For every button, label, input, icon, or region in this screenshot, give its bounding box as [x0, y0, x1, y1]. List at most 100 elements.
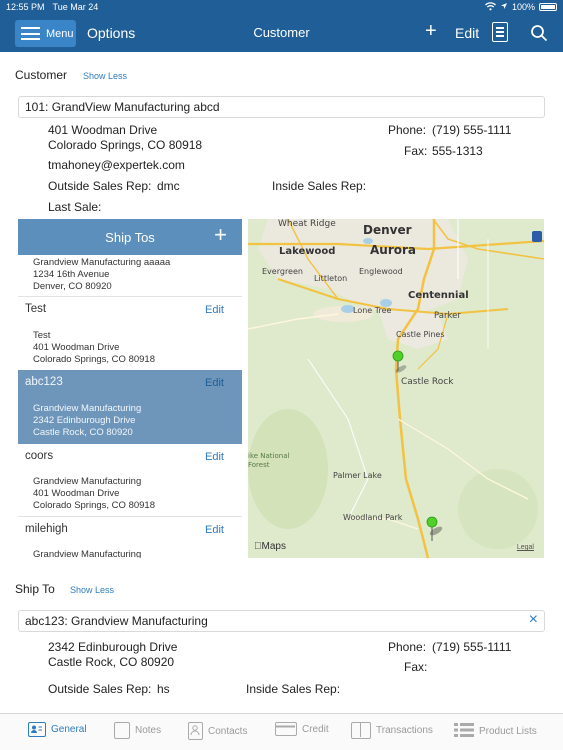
customer-show-less-link[interactable]: Show Less [83, 71, 127, 81]
customer-address-line1: 401 Woodman Drive [48, 123, 158, 137]
add-button[interactable]: + [425, 21, 437, 41]
ship-to-address-line1: 2342 Edinburough Drive [48, 640, 178, 654]
customer-email[interactable]: tmahoney@expertek.com [48, 158, 185, 172]
ship-to-outside-rep-label: Outside Sales Rep: [48, 682, 152, 696]
status-date: Tue Mar 24 [52, 2, 99, 12]
tab-credit[interactable]: Credit [275, 722, 329, 736]
ship-to-line: Denver, CO 80920 [33, 281, 112, 292]
clear-icon[interactable]: × [529, 611, 538, 629]
ship-to-item[interactable]: coors Edit Grandview Manufacturing 401 W… [18, 444, 242, 517]
columns-icon [351, 722, 371, 739]
map-label: Aurora [370, 243, 417, 257]
map-label: Lakewood [279, 246, 336, 257]
menu-label: Menu [46, 27, 74, 40]
map-label: Parker [434, 311, 461, 321]
customer-fax-label: Fax: [404, 144, 428, 158]
map-label: Castle Pines [396, 330, 445, 339]
ship-to-edit-button[interactable]: Edit [205, 451, 224, 463]
credit-card-icon [275, 722, 297, 736]
apple-maps-logo: Maps [254, 541, 286, 552]
ship-to-line: Grandview Manufacturing [33, 403, 142, 414]
tab-credit-label: Credit [302, 723, 329, 735]
person-icon [188, 722, 203, 740]
map-label: Littleton [314, 274, 348, 283]
ship-to-line: Test [33, 330, 51, 341]
ship-to-selector[interactable]: abc123: Grandview Manufacturing × [18, 610, 545, 632]
location-icon [500, 2, 508, 12]
customer-outside-rep-label: Outside Sales Rep: [48, 179, 152, 193]
ship-to-edit-button[interactable]: Edit [205, 524, 224, 536]
ship-to-line: 1234 16th Avenue [33, 269, 110, 280]
ship-to-outside-rep: hs [157, 682, 170, 696]
note-icon [114, 722, 130, 739]
ship-to-phone[interactable]: (719) 555-1111 [432, 640, 511, 654]
ship-to-selected-value: abc123: Grandview Manufacturing [25, 614, 208, 628]
ship-tos-header: Ship Tos + [18, 219, 242, 255]
ship-to-name: Test [25, 303, 47, 315]
map-label: Lone Tree [353, 306, 392, 315]
ship-to-edit-button[interactable]: Edit [205, 377, 224, 389]
map-legal-link[interactable]: Legal [517, 544, 534, 551]
ship-to-fax-label: Fax: [404, 660, 428, 674]
ship-to-item-selected[interactable]: abc123 Edit Grandview Manufacturing 2342… [18, 370, 242, 444]
ship-to-line: 2342 Edinburough Drive [33, 415, 136, 426]
wifi-icon [485, 1, 496, 13]
ship-to-item[interactable]: milehigh Edit Grandview Manufacturing [18, 517, 242, 558]
status-time: 12:55 PM [6, 2, 45, 12]
ship-to-line: Grandview Manufacturing [33, 549, 142, 558]
tab-notes[interactable]: Notes [114, 722, 161, 739]
search-icon[interactable] [530, 24, 548, 42]
battery-percent: 100% [511, 2, 535, 12]
ship-to-line: Castle Rock, CO 80920 [33, 427, 133, 438]
customer-section-title: Customer [15, 68, 68, 82]
tab-product-lists[interactable]: Product Lists [454, 722, 537, 741]
ship-to-show-less-link[interactable]: Show Less [70, 585, 114, 595]
customer-phone-label: Phone: [388, 123, 427, 137]
map-label: Evergreen [262, 267, 303, 276]
tab-general[interactable]: General [28, 722, 87, 737]
ship-to-line: Colorado Springs, CO 80918 [33, 354, 155, 365]
ship-to-line: Grandview Manufacturing aaaaa [33, 257, 171, 268]
list-icon [454, 722, 474, 741]
add-ship-to-button[interactable]: + [214, 224, 227, 246]
hamburger-icon [21, 27, 40, 40]
status-bar: 12:55 PM Tue Mar 24 100% [0, 0, 563, 14]
customer-phone[interactable]: (719) 555-1111 [432, 123, 511, 137]
map-view[interactable]: Wheat Ridge Denver Aurora Lakewood Everg… [248, 219, 544, 558]
bottom-tab-bar: General Notes Contacts Credit Transactio… [0, 713, 563, 750]
map-label: Englewood [359, 267, 403, 276]
ship-to-address-line2: Castle Rock, CO 80920 [48, 655, 175, 669]
menu-button[interactable]: Menu [15, 20, 76, 47]
tab-product-lists-label: Product Lists [479, 726, 537, 737]
ship-to-edit-button[interactable]: Edit [205, 304, 224, 316]
contact-card-icon [28, 722, 46, 737]
ship-tos-title: Ship Tos [105, 229, 155, 245]
ship-to-name: coors [25, 450, 54, 462]
customer-outside-rep: dmc [157, 179, 180, 193]
page-title: Customer [253, 25, 310, 40]
map-pin[interactable] [426, 516, 444, 541]
customer-inside-rep-label: Inside Sales Rep: [272, 179, 367, 193]
customer-selector[interactable]: 101: GrandView Manufacturing abcd [18, 96, 545, 118]
map-label: Woodland Park [343, 513, 403, 522]
tab-general-label: General [51, 724, 87, 735]
ship-to-phone-label: Phone: [388, 640, 427, 654]
tab-transactions-label: Transactions [376, 725, 433, 736]
ship-to-item[interactable]: Test Edit Test 401 Woodman Drive Colorad… [18, 297, 242, 370]
map-label: Castle Rock [401, 377, 454, 387]
ship-tos-list[interactable]: Grandview Manufacturing aaaaa 1234 16th … [18, 255, 242, 558]
tab-transactions[interactable]: Transactions [351, 722, 433, 739]
ship-to-inside-rep-label: Inside Sales Rep: [246, 682, 341, 696]
document-icon[interactable] [492, 22, 508, 42]
tab-contacts-label: Contacts [208, 725, 248, 737]
options-button[interactable]: Options [87, 25, 135, 41]
map-label: Palmer Lake [333, 471, 382, 480]
ship-to-item[interactable]: Grandview Manufacturing aaaaa 1234 16th … [18, 255, 242, 297]
edit-button[interactable]: Edit [455, 25, 479, 41]
customer-fax: 555-1313 [432, 144, 483, 158]
customer-last-sale-label: Last Sale: [48, 200, 102, 214]
customer-address-line2: Colorado Springs, CO 80918 [48, 138, 203, 152]
tab-contacts[interactable]: Contacts [188, 722, 247, 740]
ship-to-line: Colorado Springs, CO 80918 [33, 500, 155, 511]
map-label: Centennial [408, 290, 469, 301]
